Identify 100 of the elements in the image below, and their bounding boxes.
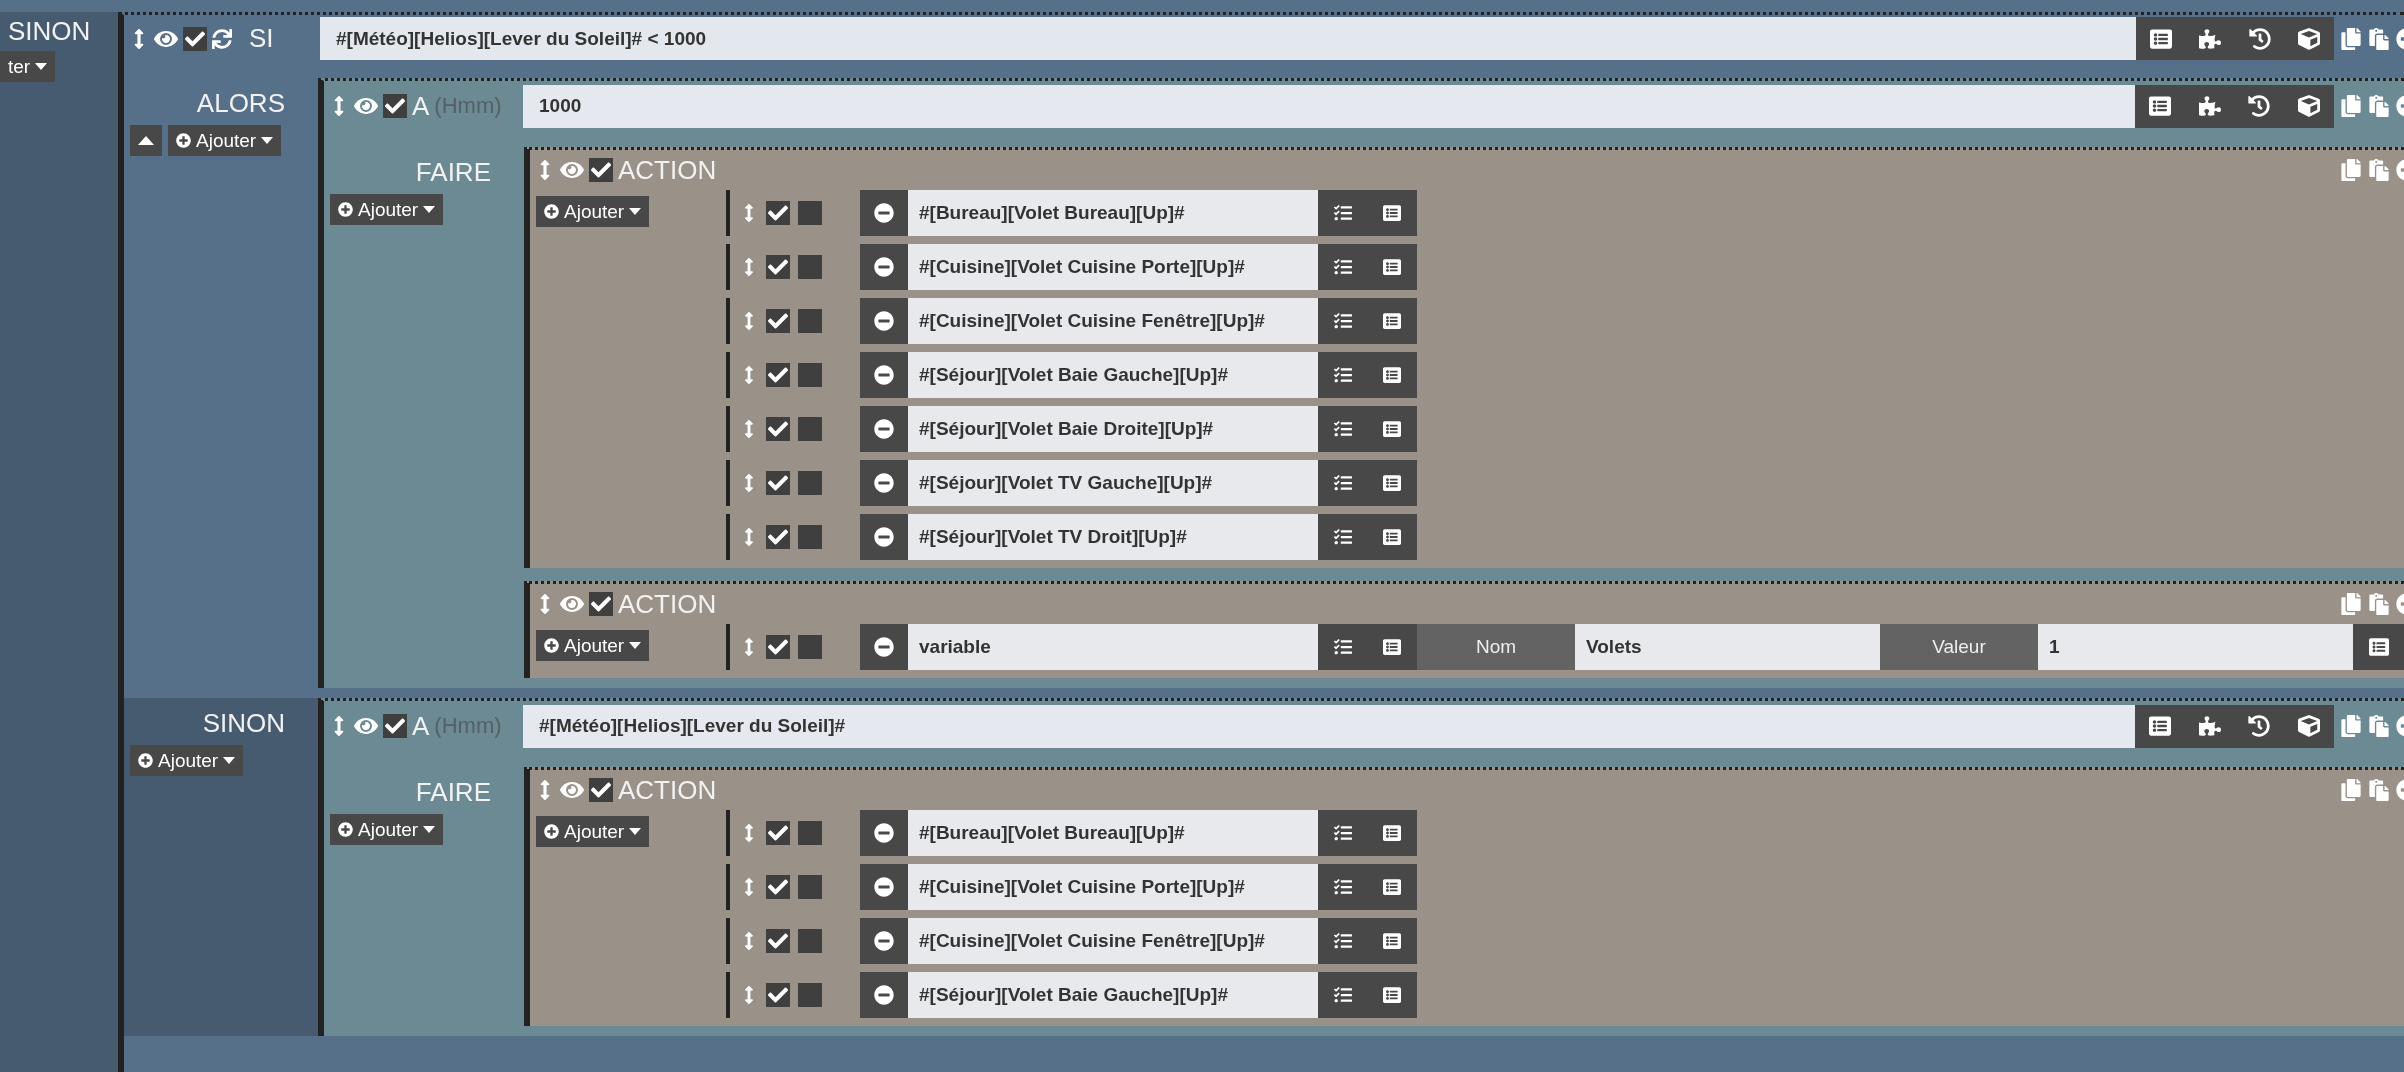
paste-icon[interactable] <box>2368 95 2390 117</box>
checkbox[interactable] <box>766 471 790 495</box>
list-icon[interactable] <box>2148 95 2171 117</box>
checkbox[interactable] <box>183 26 207 51</box>
checkbox[interactable] <box>798 417 822 441</box>
command-field[interactable]: #[Séjour][Volet Baie Gauche][Up]# <box>908 352 1318 398</box>
checklist-icon[interactable] <box>1333 258 1352 276</box>
add-dropdown-button[interactable]: Ajouter <box>330 814 444 845</box>
remove-button[interactable] <box>860 972 908 1018</box>
cube-icon[interactable] <box>2298 27 2321 50</box>
list-icon[interactable] <box>1383 932 1402 950</box>
paste-icon[interactable] <box>2368 593 2390 615</box>
checklist-icon[interactable] <box>1333 366 1352 384</box>
checkbox[interactable] <box>798 309 822 333</box>
paste-icon[interactable] <box>2368 27 2390 50</box>
remove-button[interactable] <box>860 514 908 560</box>
remove-button[interactable] <box>860 460 908 506</box>
refresh-icon[interactable] <box>212 28 232 49</box>
checkbox[interactable] <box>798 363 822 387</box>
copy-icon[interactable] <box>2340 593 2362 615</box>
list-icon[interactable] <box>1383 420 1402 438</box>
checkbox[interactable] <box>589 778 613 802</box>
checklist-icon[interactable] <box>1333 474 1352 492</box>
add-dropdown-button[interactable]: Ajouter <box>168 125 282 156</box>
command-field[interactable]: #[Séjour][Volet TV Gauche][Up]# <box>908 460 1318 506</box>
add-dropdown-button[interactable]: ter <box>0 51 56 82</box>
list-icon[interactable] <box>1383 638 1402 656</box>
command-field[interactable]: #[Séjour][Volet Baie Droite][Up]# <box>908 406 1318 452</box>
remove-button[interactable] <box>860 190 908 236</box>
list-icon[interactable] <box>1383 312 1402 330</box>
copy-icon[interactable] <box>2340 27 2362 50</box>
expression-field[interactable]: 1000 <box>523 84 2135 128</box>
expression-field[interactable]: #[Météo][Helios][Lever du Soleil]# <box>523 704 2135 748</box>
add-dropdown-button[interactable]: Ajouter <box>536 816 650 847</box>
copy-icon[interactable] <box>2340 779 2362 801</box>
checkbox[interactable] <box>383 714 407 738</box>
command-field[interactable]: #[Cuisine][Volet Cuisine Fenêtre][Up]# <box>908 918 1318 964</box>
checklist-icon[interactable] <box>1333 638 1352 656</box>
checklist-icon[interactable] <box>1333 932 1352 950</box>
checklist-icon[interactable] <box>1333 986 1352 1004</box>
command-field[interactable]: #[Bureau][Volet Bureau][Up]# <box>908 810 1318 856</box>
checkbox[interactable] <box>766 201 790 225</box>
checkbox[interactable] <box>766 929 790 953</box>
remove-button[interactable] <box>860 918 908 964</box>
command-field[interactable]: #[Séjour][Volet TV Droit][Up]# <box>908 514 1318 560</box>
list-icon[interactable] <box>1383 204 1402 222</box>
paste-icon[interactable] <box>2368 159 2390 181</box>
command-field[interactable]: #[Séjour][Volet Baie Gauche][Up]# <box>908 972 1318 1018</box>
command-field[interactable]: #[Cuisine][Volet Cuisine Fenêtre][Up]# <box>908 298 1318 344</box>
checkbox[interactable] <box>766 309 790 333</box>
checkbox[interactable] <box>798 929 822 953</box>
checklist-icon[interactable] <box>1333 420 1352 438</box>
checkbox[interactable] <box>798 635 822 659</box>
checklist-icon[interactable] <box>1333 312 1352 330</box>
checkbox[interactable] <box>589 158 613 182</box>
checkbox[interactable] <box>798 875 822 899</box>
checkbox[interactable] <box>798 525 822 549</box>
collapse-button[interactable] <box>130 125 162 156</box>
copy-icon[interactable] <box>2340 159 2362 181</box>
checklist-icon[interactable] <box>1333 878 1352 896</box>
list-icon[interactable] <box>1383 878 1402 896</box>
checklist-icon[interactable] <box>1333 824 1352 842</box>
checkbox[interactable] <box>383 94 407 118</box>
remove-button[interactable] <box>860 298 908 344</box>
history-icon[interactable] <box>2248 715 2271 737</box>
command-field[interactable]: #[Cuisine][Volet Cuisine Porte][Up]# <box>908 244 1318 290</box>
list-icon[interactable] <box>1383 258 1402 276</box>
checkbox[interactable] <box>766 875 790 899</box>
checkbox[interactable] <box>766 255 790 279</box>
checkbox[interactable] <box>798 821 822 845</box>
checkbox[interactable] <box>766 635 790 659</box>
remove-button[interactable] <box>860 624 908 670</box>
history-icon[interactable] <box>2248 27 2271 50</box>
add-dropdown-button[interactable]: Ajouter <box>330 194 444 225</box>
value-field[interactable]: 1 <box>2038 624 2353 670</box>
puzzle-icon[interactable] <box>2198 715 2221 737</box>
checkbox[interactable] <box>766 363 790 387</box>
list-icon[interactable] <box>1383 986 1402 1004</box>
copy-icon[interactable] <box>2340 95 2362 117</box>
list-button[interactable] <box>2353 624 2404 670</box>
command-field[interactable]: #[Cuisine][Volet Cuisine Porte][Up]# <box>908 864 1318 910</box>
add-dropdown-button[interactable]: Ajouter <box>536 196 650 227</box>
list-icon[interactable] <box>1383 474 1402 492</box>
checkbox[interactable] <box>589 592 613 616</box>
condition-field[interactable]: #[Météo][Helios][Lever du Soleil]# < 1000 <box>320 17 2136 60</box>
list-icon[interactable] <box>2148 715 2171 737</box>
remove-button[interactable] <box>860 352 908 398</box>
list-icon[interactable] <box>1383 366 1402 384</box>
list-icon[interactable] <box>2149 27 2172 50</box>
checkbox[interactable] <box>766 417 790 441</box>
add-dropdown-button[interactable]: Ajouter <box>536 630 650 661</box>
checkbox[interactable] <box>798 255 822 279</box>
remove-button[interactable] <box>860 864 908 910</box>
remove-button[interactable] <box>860 244 908 290</box>
puzzle-icon[interactable] <box>2199 27 2222 50</box>
paste-icon[interactable] <box>2368 779 2390 801</box>
remove-button[interactable] <box>860 406 908 452</box>
checkbox[interactable] <box>798 201 822 225</box>
command-field[interactable]: variable <box>908 624 1318 670</box>
checklist-icon[interactable] <box>1333 204 1352 222</box>
